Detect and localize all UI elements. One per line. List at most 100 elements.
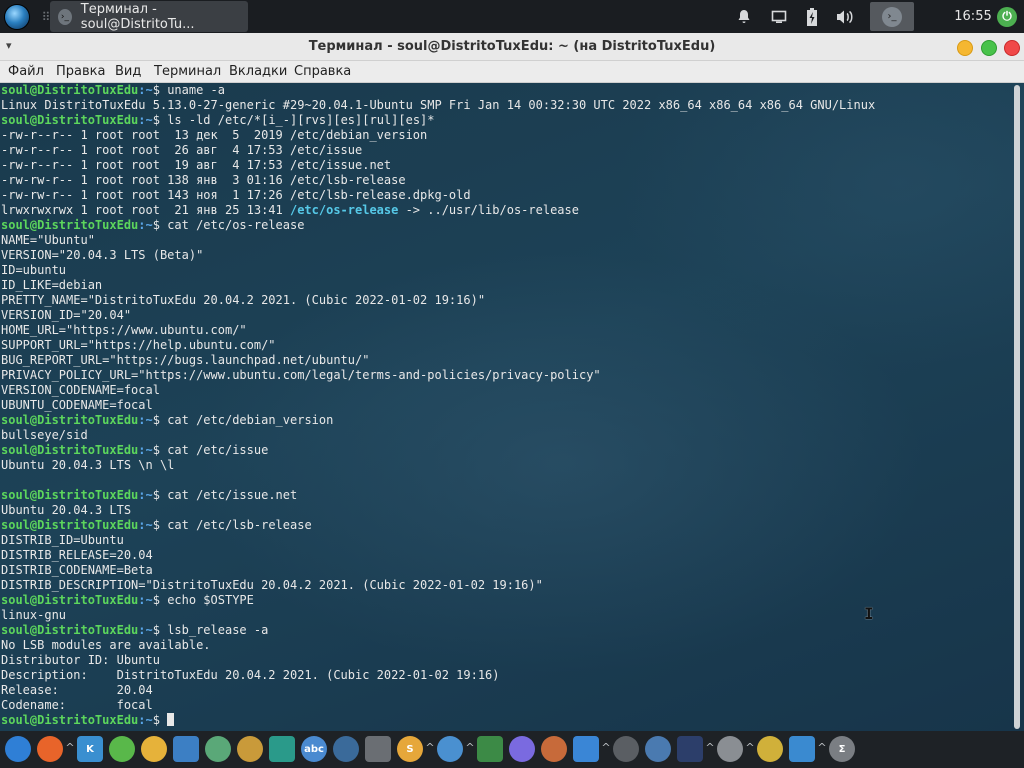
terminal-line: UBUNTU_CODENAME=focal [1,398,875,413]
dock-sum-icon[interactable]: Σ [829,736,855,762]
top-panel: ⠿ ›_ Терминал - soul@DistritoTu... ›_ 16… [0,0,1024,33]
terminal-scrollbar[interactable] [1014,85,1020,729]
dock-expand-chevron-icon[interactable]: ^ [425,741,435,754]
output-text: Codename: focal [1,698,153,712]
power-icon[interactable]: ⏻ [996,0,1018,33]
dock-stellarium-icon[interactable] [677,736,703,762]
dock-icon-glyph: K [86,743,94,755]
output-text: Ubuntu 20.04.3 LTS \n \l [1,458,175,472]
prompt-path: :~ [138,623,153,637]
output-text: VERSION_CODENAME=focal [1,383,160,397]
terminal-line: -rw-r--r-- 1 root root 26 авг 4 17:53 /e… [1,143,875,158]
terminal-line: HOME_URL="https://www.ubuntu.com/" [1,323,875,338]
terminal-output: soul@DistritoTuxEdu:~$ uname -a Linux Dis… [1,83,875,728]
dock-clock-app-icon[interactable] [365,736,391,762]
bell-icon[interactable] [733,0,755,33]
dock-tux-paint-icon[interactable] [269,736,295,762]
terminal-line: bullseye/sid [1,428,875,443]
dock-distrito-icon[interactable] [173,736,199,762]
text-cursor-icon: I [864,604,874,623]
output-text: -rw-r--r-- 1 root root 26 авг 4 17:53 /e… [1,143,363,157]
dock-files-icon[interactable] [5,736,31,762]
prompt-path: :~ [138,593,153,607]
dock-fraction-icon[interactable] [717,736,743,762]
dock-geogebra-icon[interactable] [757,736,783,762]
dock-firefox-icon[interactable] [37,736,63,762]
menu-help[interactable]: Справка [294,61,351,82]
close-button[interactable] [1004,40,1020,56]
dock-hand-app-icon[interactable] [141,736,167,762]
terminal-line: Linux DistritoTuxEdu 5.13.0-27-generic #… [1,98,875,113]
menu-edit[interactable]: Правка [56,61,105,82]
dock-ellipse-icon[interactable] [645,736,671,762]
prompt-symbol: $ [152,83,168,97]
dock-pomodoro-icon[interactable] [541,736,567,762]
output-text: DISTRIB_RELEASE=20.04 [1,548,153,562]
battery-icon[interactable] [801,0,823,33]
dock-chat-icon[interactable] [205,736,231,762]
dock-abc-icon[interactable]: abc [301,736,327,762]
dock-expand-chevron-icon[interactable]: ^ [65,741,75,754]
terminal-view[interactable]: soul@DistritoTuxEdu:~$ uname -a Linux Dis… [0,83,1024,731]
dock-bubbles-icon[interactable] [509,736,535,762]
volume-icon[interactable] [834,0,856,33]
panel-handle[interactable]: ⠿ [42,0,51,33]
dock-scratch-icon[interactable]: S [397,736,423,762]
terminal-line: Ubuntu 20.04.3 LTS [1,503,875,518]
dock-marble-icon[interactable] [573,736,599,762]
maximize-button[interactable] [981,40,997,56]
prompt-path: :~ [138,518,153,532]
dock-expand-chevron-icon[interactable]: ^ [705,741,715,754]
menu-bar: Файл Правка Вид Терминал Вкладки Справка [0,61,1024,83]
dock-chat-bubbles-icon[interactable] [613,736,639,762]
output-text: -rw-r--r-- 1 root root 13 дек 5 2019 /et… [1,128,428,142]
menu-view[interactable]: Вид [115,61,141,82]
prompt-path: :~ [138,218,153,232]
dock-atlas-icon[interactable] [437,736,463,762]
terminal-line: Codename: focal [1,698,875,713]
menu-tabs[interactable]: Вкладки [229,61,287,82]
terminal-line: DISTRIB_RELEASE=20.04 [1,548,875,563]
output-text: UBUNTU_CODENAME=focal [1,398,153,412]
prompt-user: soul@DistritoTuxEdu [1,218,139,232]
taskbar-terminal-label: Терминал - soul@DistritoTu... [80,1,195,32]
terminal-line: -rw-r--r-- 1 root root 19 авг 4 17:53 /e… [1,158,875,173]
tray-terminal-icon[interactable]: ›_ [870,2,914,31]
terminal-line: ID_LIKE=debian [1,278,875,293]
menu-terminal[interactable]: Терминал [154,61,221,82]
dock-tux-math-icon[interactable] [237,736,263,762]
panel-clock[interactable]: 16:55 [954,0,991,33]
terminal-line: -rw-r--r-- 1 root root 13 дек 5 2019 /et… [1,128,875,143]
output-text: Description: DistritoTuxEdu 20.04.2 2021… [1,668,500,682]
terminal-line: soul@DistritoTuxEdu:~$ cat /etc/debian_v… [1,413,875,428]
dock-expand-chevron-icon[interactable]: ^ [817,741,827,754]
terminal-line: DISTRIB_DESCRIPTION="DistritoTuxEdu 20.0… [1,578,875,593]
dock-expand-chevron-icon[interactable]: ^ [465,741,475,754]
terminal-line: No LSB modules are available. [1,638,875,653]
dock-learning-icon[interactable] [333,736,359,762]
output-text: bullseye/sid [1,428,88,442]
terminal-line: VERSION_CODENAME=focal [1,383,875,398]
window-titlebar[interactable]: ▾ Терминал - soul@DistritoTuxEdu: ~ (на … [0,33,1024,61]
minimize-button[interactable] [957,40,973,56]
prompt-path: :~ [138,488,153,502]
terminal-line: ID=ubuntu [1,263,875,278]
terminal-line: lrwxrwxrwx 1 root root 21 янв 25 13:41 /… [1,203,875,218]
output-text: lrwxrwxrwx 1 root root 21 янв 25 13:41 [1,203,290,217]
dock-expand-chevron-icon[interactable]: ^ [601,741,611,754]
taskbar-terminal-button[interactable]: ›_ Терминал - soul@DistritoTu... [50,1,248,32]
dock-kde-connect-icon[interactable]: K [77,736,103,762]
prompt-symbol: $ [152,623,168,637]
display-icon[interactable] [768,0,790,33]
prompt-path: :~ [138,713,153,727]
command-text: cat /etc/issue [167,443,269,457]
menu-file[interactable]: Файл [8,61,44,82]
output-text: Ubuntu 20.04.3 LTS [1,503,132,517]
dock-board-icon[interactable] [477,736,503,762]
terminal-line: soul@DistritoTuxEdu:~$ cat /etc/issue [1,443,875,458]
dock-gcompris-icon[interactable] [109,736,135,762]
dock-molecule-icon[interactable] [789,736,815,762]
distro-logo-icon[interactable] [2,0,32,33]
dock-expand-chevron-icon[interactable]: ^ [745,741,755,754]
